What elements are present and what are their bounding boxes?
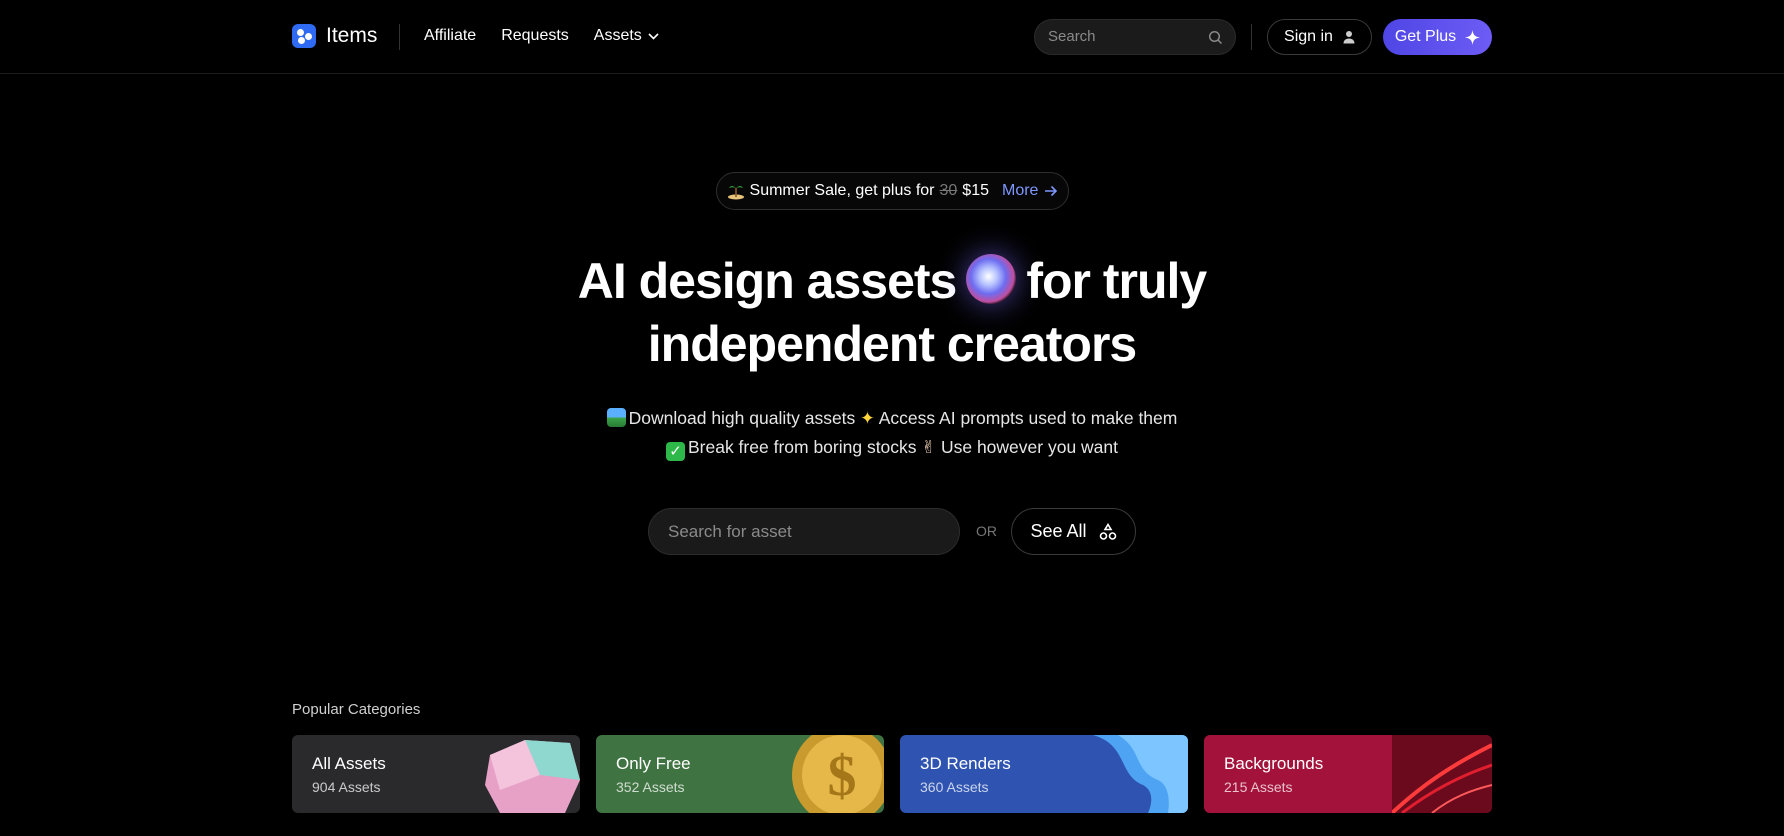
category-title: Backgrounds bbox=[1224, 754, 1324, 773]
nav-assets-label: Assets bbox=[593, 27, 642, 44]
sparkles-emoji-icon: ✦ bbox=[860, 408, 875, 428]
island-emoji-icon bbox=[727, 186, 744, 200]
category-card-only-free[interactable]: $ Only Free 352 Assets bbox=[596, 735, 884, 813]
rock-hand-emoji-icon: ✌ bbox=[921, 437, 937, 457]
category-count: 215 Assets bbox=[1224, 779, 1293, 795]
header-search[interactable] bbox=[1034, 19, 1236, 55]
svg-text:$: $ bbox=[828, 743, 857, 808]
hero-title-part-1: AI design assets bbox=[577, 253, 958, 309]
landscape-emoji-icon bbox=[606, 408, 626, 427]
top-navigation-bar: Items Affiliate Requests Assets Sign in … bbox=[0, 0, 1784, 74]
category-cards: All Assets 904 Assets $ Only Free 352 As… bbox=[292, 735, 1492, 813]
category-count: 904 Assets bbox=[312, 779, 381, 795]
promo-new-price: $15 bbox=[962, 182, 989, 199]
hero-title-line-2: independent creators bbox=[647, 316, 1137, 372]
asset-search[interactable] bbox=[648, 508, 960, 555]
subtitle-use-however: Use however you want bbox=[940, 437, 1119, 457]
hero-title-part-2: for truly bbox=[1026, 253, 1207, 309]
red-waves-image bbox=[1392, 735, 1492, 813]
pink-gem-image bbox=[485, 740, 580, 813]
subtitle-prompts: Access AI prompts used to make them bbox=[878, 408, 1178, 428]
sign-in-label: Sign in bbox=[1284, 28, 1333, 45]
category-card-all-assets[interactable]: All Assets 904 Assets bbox=[292, 735, 580, 813]
or-separator: OR bbox=[976, 523, 997, 539]
header-divider bbox=[1251, 24, 1252, 50]
blue-3d-shape-image bbox=[1093, 735, 1188, 813]
see-all-button[interactable]: See All bbox=[1011, 508, 1136, 555]
category-count: 352 Assets bbox=[616, 779, 685, 795]
glowing-orb-icon bbox=[966, 254, 1017, 304]
search-icon bbox=[1208, 30, 1223, 45]
gold-coin-image: $ bbox=[792, 735, 884, 813]
get-plus-button[interactable]: Get Plus bbox=[1383, 19, 1492, 55]
sign-in-button[interactable]: Sign in bbox=[1267, 19, 1372, 55]
nav-divider bbox=[399, 24, 400, 50]
promo-old-price: 30 bbox=[939, 182, 958, 199]
subtitle-break-free: Break free from boring stocks bbox=[687, 437, 917, 457]
category-count: 360 Assets bbox=[920, 779, 989, 795]
hero-subtitle: Download high quality assets ✦ Access AI… bbox=[0, 404, 1784, 462]
chevron-down-icon bbox=[648, 32, 659, 40]
logo-text: Items bbox=[326, 24, 378, 47]
sparkle-icon bbox=[1465, 29, 1481, 45]
category-card-3d-renders[interactable]: 3D Renders 360 Assets bbox=[900, 735, 1188, 813]
category-title: All Assets bbox=[312, 754, 386, 773]
promo-more-label: More bbox=[1002, 182, 1039, 199]
category-title: Only Free bbox=[616, 754, 691, 773]
promo-text: Summer Sale, get plus for bbox=[749, 182, 935, 199]
user-icon bbox=[1343, 31, 1355, 44]
logo[interactable]: Items bbox=[292, 24, 377, 48]
subtitle-download: Download high quality assets bbox=[628, 408, 856, 428]
shapes-icon bbox=[1099, 522, 1116, 540]
popular-categories-heading: Popular Categories bbox=[292, 701, 421, 718]
hero-title: AI design assets for truly independent cr… bbox=[0, 250, 1784, 376]
logo-icon bbox=[292, 24, 316, 48]
nav-affiliate[interactable]: Affiliate bbox=[424, 27, 476, 45]
see-all-label: See All bbox=[1030, 521, 1087, 541]
check-mark-emoji-icon: ✓ bbox=[665, 442, 685, 461]
nav-assets[interactable]: Assets bbox=[594, 27, 659, 45]
get-plus-label: Get Plus bbox=[1394, 28, 1457, 45]
promo-more-link[interactable]: More bbox=[1002, 182, 1058, 200]
header-search-input[interactable] bbox=[1048, 28, 1198, 45]
nav-requests[interactable]: Requests bbox=[501, 27, 569, 45]
main-nav: Affiliate Requests Assets bbox=[424, 27, 659, 45]
arrow-right-icon bbox=[1045, 185, 1058, 197]
promo-banner[interactable]: Summer Sale, get plus for 30 $15 More bbox=[716, 172, 1069, 210]
asset-search-input[interactable] bbox=[668, 522, 938, 542]
category-title: 3D Renders bbox=[920, 754, 1011, 773]
category-card-backgrounds[interactable]: Backgrounds 215 Assets bbox=[1204, 735, 1492, 813]
